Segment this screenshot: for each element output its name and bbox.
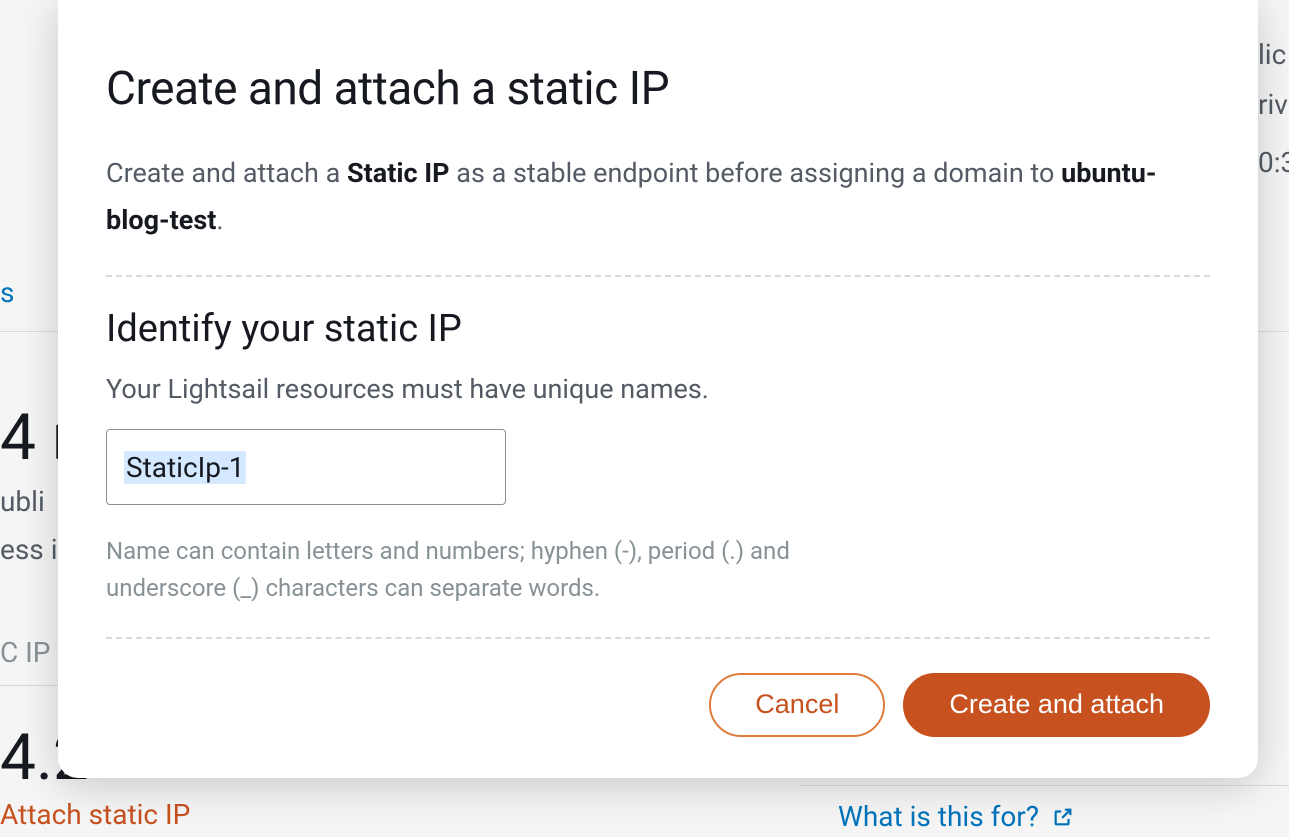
bg-public-frag: ubli (0, 485, 45, 518)
dashed-divider-top (106, 275, 1210, 277)
static-ip-name-input-wrap: StaticIp-1 (106, 429, 506, 505)
cancel-button[interactable]: Cancel (709, 673, 885, 737)
name-hint-text: Name can contain letters and numbers; hy… (106, 533, 826, 607)
identify-section-desc: Your Lightsail resources must have uniqu… (106, 373, 1210, 405)
desc-mid: as a stable endpoint before assigning a … (450, 157, 1062, 189)
modal-title: Create and attach a static IP (106, 62, 1210, 116)
modal-description: Create and attach a Static IP as a stabl… (106, 150, 1210, 245)
attach-static-ip-link[interactable]: Attach static IP (0, 798, 190, 831)
desc-prefix: Create and attach a (106, 157, 347, 189)
bg-tab-frag[interactable]: s (0, 276, 14, 309)
bg-time-frag: 0:3 (1258, 146, 1289, 179)
dashed-divider-bottom (106, 637, 1210, 639)
external-link-icon (1052, 802, 1072, 822)
bg-divider-3 (800, 785, 1289, 786)
modal-actions: Cancel Create and attach (106, 673, 1210, 737)
bg-private-label-frag: riv (1258, 88, 1288, 121)
help-link-label: What is this for? (838, 800, 1039, 833)
what-is-this-for-link[interactable]: What is this for? (838, 800, 1072, 833)
bg-public-label-frag: lic (1258, 38, 1286, 71)
create-static-ip-modal: Create and attach a static IP Create and… (58, 0, 1258, 778)
identify-section-title: Identify your static IP (106, 307, 1210, 351)
create-and-attach-button[interactable]: Create and attach (903, 673, 1210, 737)
desc-suffix: . (216, 204, 223, 236)
desc-static-ip-bold: Static IP (347, 157, 450, 189)
bg-ip-label-frag: C IP (0, 636, 50, 669)
static-ip-name-input[interactable] (106, 429, 506, 505)
